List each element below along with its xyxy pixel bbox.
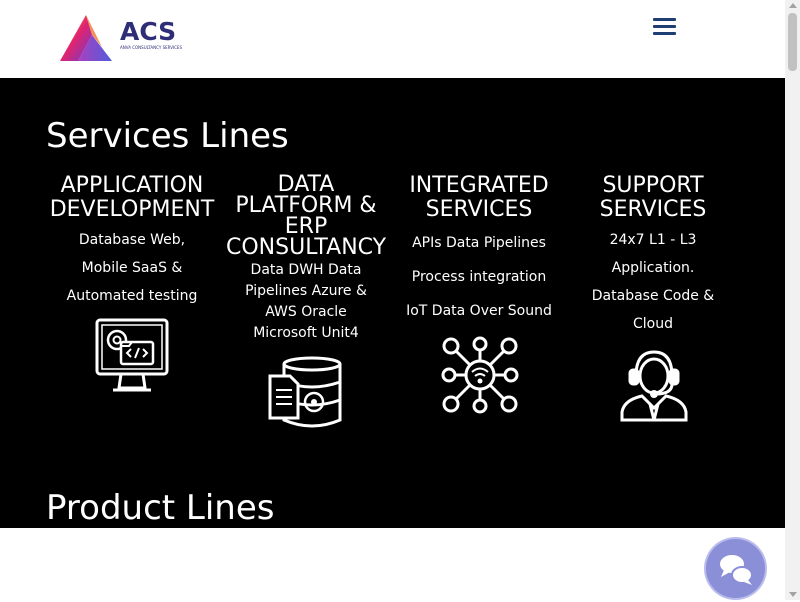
hamburger-line [653, 18, 676, 21]
service-desc-line: AWS Oracle [265, 304, 347, 320]
service-title-line: SUPPORT [602, 173, 704, 198]
service-title: APPLICATION DEVELOPMENT [48, 174, 216, 222]
service-desc-line: Mobile SaaS & [81, 260, 183, 276]
chat-bubbles-icon [720, 555, 753, 585]
service-desc-line: Process integration [411, 269, 547, 285]
chat-widget-button[interactable] [706, 539, 765, 598]
scroll-up-arrow-icon[interactable] [789, 3, 797, 8]
services-title: Services Lines [46, 116, 289, 156]
computer-code-gear-icon [95, 318, 169, 392]
network-hub-icon [441, 336, 519, 414]
service-title-line: DATA [277, 172, 335, 197]
service-desc-line: Cloud [633, 316, 673, 332]
service-title-line: DEVELOPMENT [49, 197, 215, 222]
service-description: 24x7 L1 - L3 Application. Database Code … [578, 226, 728, 338]
service-title: SUPPORT SERVICES [578, 174, 728, 222]
hamburger-line [653, 25, 676, 28]
scrollbar-thumb[interactable] [788, 13, 797, 71]
service-desc-line: APIs Data Pipelines [412, 235, 546, 251]
logo-mark-icon [60, 15, 112, 61]
service-desc-line: Application. [611, 260, 695, 276]
service-title-line: CONSULTANCY [226, 235, 387, 260]
hamburger-line [653, 32, 676, 35]
service-title-line: ERP [284, 214, 328, 239]
service-title-line: SERVICES [599, 197, 707, 222]
products-title: Product Lines [46, 488, 275, 528]
service-desc-line: Microsoft Unit4 [253, 325, 359, 341]
service-desc-line: Automated testing [66, 288, 198, 304]
database-document-icon [268, 356, 342, 428]
service-title-line: APPLICATION [60, 173, 204, 198]
service-desc-line: Database Code & [591, 288, 715, 304]
page-scrollbar[interactable] [785, 0, 800, 600]
service-description: Data DWH Data Pipelines Azure & AWS Orac… [226, 260, 386, 344]
service-title-line: SERVICES [425, 197, 533, 222]
service-desc-line: Pipelines Azure & [245, 283, 367, 299]
service-desc-line: IoT Data Over Sound [406, 303, 552, 319]
service-desc-line: 24x7 L1 - L3 [609, 232, 697, 248]
service-title: DATA PLATFORM & ERP CONSULTANCY [226, 172, 387, 260]
service-description: APIs Data Pipelines Process integration … [404, 226, 554, 328]
site-header: ACS ANVA CONSULTANCY SERVICES [0, 0, 785, 78]
service-card-application-development: APPLICATION DEVELOPMENT Database Web, Mo… [48, 174, 216, 310]
service-card-support-services: SUPPORT SERVICES 24x7 L1 - L3 Applicatio… [578, 174, 728, 338]
service-title-line: PLATFORM & [235, 193, 377, 218]
menu-toggle-button[interactable] [653, 18, 677, 36]
service-description: Database Web, Mobile SaaS & Automated te… [48, 226, 216, 310]
site-logo[interactable]: ACS ANVA CONSULTANCY SERVICES [58, 13, 182, 63]
service-desc-line: Data DWH Data [250, 262, 362, 278]
scroll-down-arrow-icon[interactable] [789, 592, 797, 597]
service-card-data-platform: DATA PLATFORM & ERP CONSULTANCY Data DWH… [226, 174, 386, 344]
service-title: INTEGRATED SERVICES [404, 174, 554, 222]
services-section: Services Lines APPLICATION DEVELOPMENT D… [0, 78, 785, 528]
service-title-line: INTEGRATED [409, 173, 549, 198]
service-desc-line: Database Web, [78, 232, 186, 248]
support-agent-headset-icon [620, 350, 688, 422]
service-card-integrated-services: INTEGRATED SERVICES APIs Data Pipelines … [404, 174, 554, 328]
logo-text: ACS [120, 17, 177, 46]
logo-subtext: ANVA CONSULTANCY SERVICES [120, 45, 182, 50]
